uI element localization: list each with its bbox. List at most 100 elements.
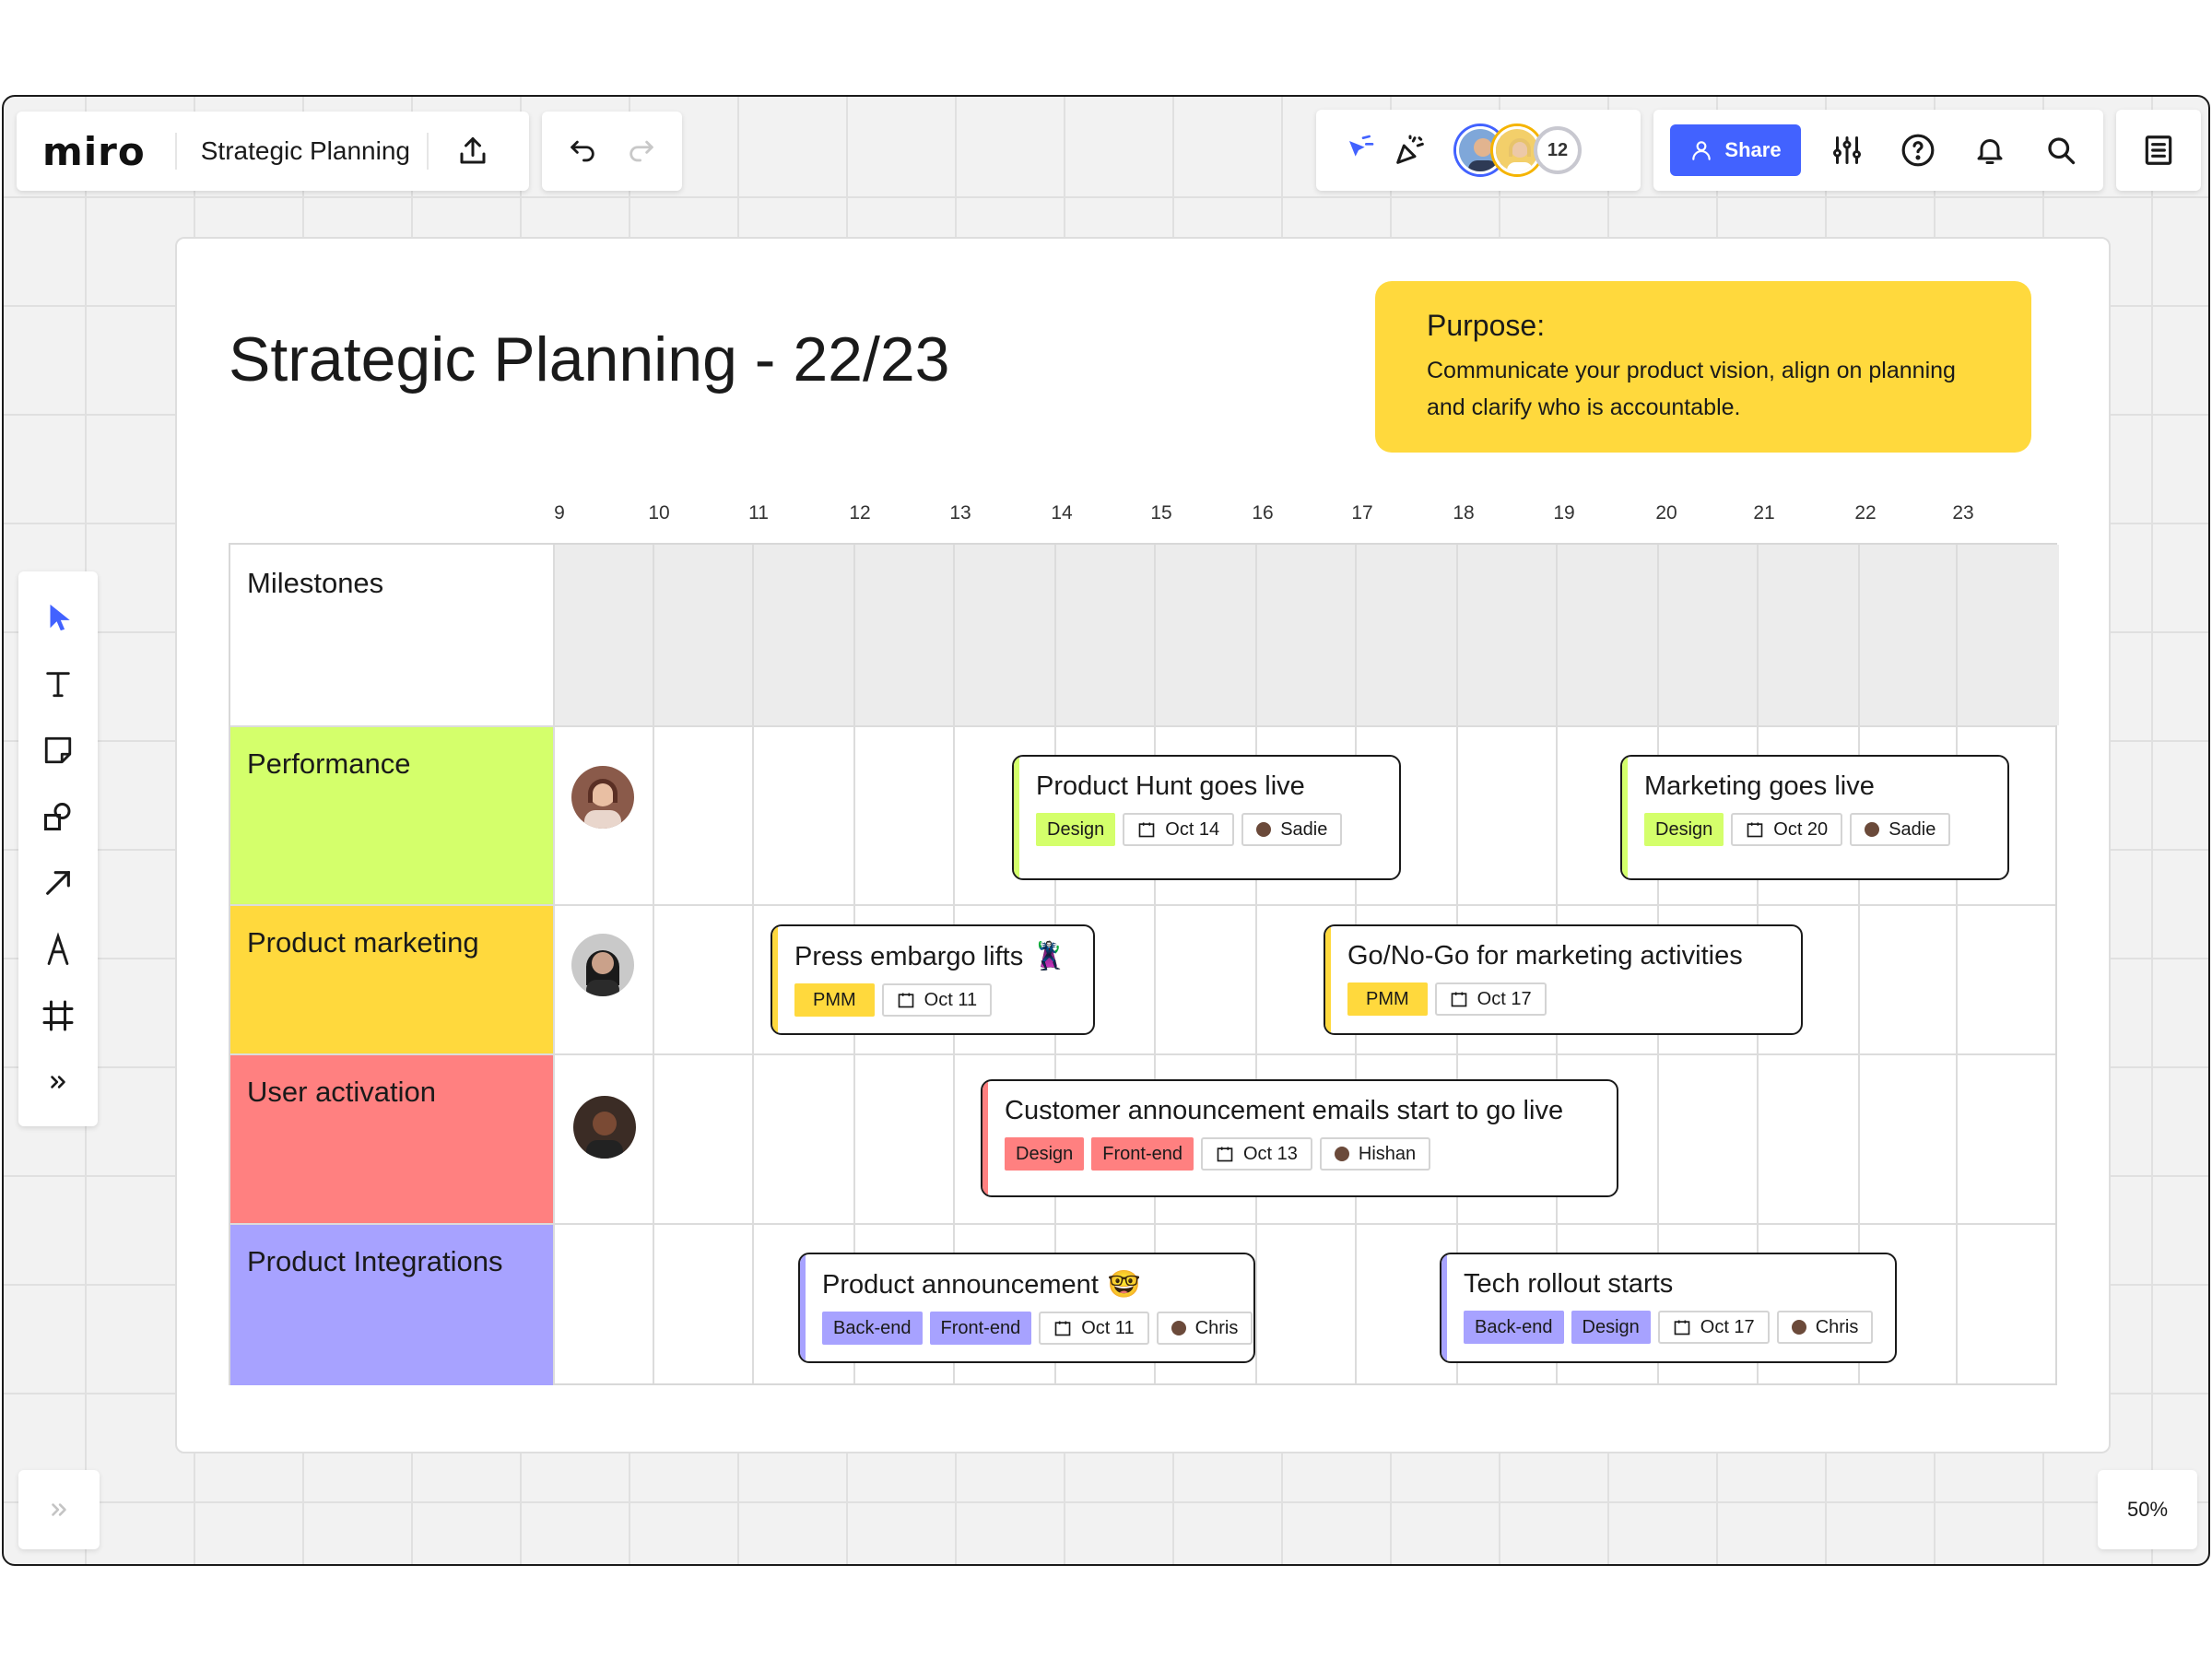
more-tools-icon[interactable] xyxy=(32,1056,84,1108)
collaborator-count[interactable]: 12 xyxy=(1534,126,1582,174)
date-chip[interactable]: Oct 13 xyxy=(1200,1137,1312,1171)
date-label: Oct 20 xyxy=(1773,818,1829,840)
user-icon xyxy=(1692,141,1712,160)
tag-chip[interactable]: PMM xyxy=(1347,982,1428,1016)
calendar-icon xyxy=(1217,1147,1233,1162)
timeline-grid: Milestones Performance Product marketing… xyxy=(229,543,2059,1385)
tag-chip[interactable]: Design xyxy=(1036,813,1116,846)
pen-icon[interactable] xyxy=(32,924,84,975)
owner-chip[interactable]: Sadie xyxy=(1241,813,1343,846)
purpose-sticky-note[interactable]: Purpose: Communicate your product vision… xyxy=(1375,281,2031,453)
milestone-band xyxy=(553,545,2059,725)
card-title: Tech rollout starts xyxy=(1464,1269,1674,1299)
date-label: Oct 14 xyxy=(1165,818,1220,840)
board-title[interactable]: Strategic Planning xyxy=(201,136,410,166)
tag-chip[interactable]: PMM xyxy=(794,983,875,1017)
help-icon[interactable] xyxy=(1892,124,1944,176)
card-marketing-goes-live[interactable]: Marketing goes live Design Oct 20 Sadie xyxy=(1620,755,2009,880)
date-chip[interactable]: Oct 11 xyxy=(881,983,993,1017)
calendar-icon xyxy=(1138,822,1155,838)
settings-sliders-icon[interactable] xyxy=(1821,124,1873,176)
date-label: Oct 17 xyxy=(1700,1316,1755,1337)
date-label: Oct 11 xyxy=(1081,1317,1135,1338)
board-canvas[interactable]: miro Strategic Planning 12 Share 50% Str… xyxy=(2,95,2210,1566)
avatar xyxy=(1334,1147,1349,1161)
date-label: Oct 13 xyxy=(1242,1143,1298,1164)
day-label: 16 xyxy=(1252,502,1274,524)
frame-icon[interactable] xyxy=(32,990,84,1041)
purpose-text: Communicate your product vision, align o… xyxy=(1427,358,1956,420)
owner-chip[interactable]: Chris xyxy=(1156,1312,1253,1345)
tag-chip[interactable]: Back-end xyxy=(1464,1311,1564,1344)
celebrate-icon[interactable] xyxy=(1384,124,1436,176)
calendar-icon xyxy=(898,993,914,1008)
sticky-note-icon[interactable] xyxy=(32,724,84,776)
day-label: 14 xyxy=(1051,502,1073,524)
card-press-embargo[interactable]: Press embargo lifts 🦹 PMM Oct 11 xyxy=(771,924,1095,1035)
select-tool-icon[interactable] xyxy=(32,592,84,643)
tag-chip[interactable]: Design xyxy=(1644,813,1724,846)
notes-panel xyxy=(2116,110,2201,191)
chevrons-right-icon xyxy=(52,1503,66,1516)
tag-chip[interactable]: Design xyxy=(1005,1137,1085,1171)
day-label: 13 xyxy=(949,502,971,524)
expand-panel-button[interactable] xyxy=(18,1470,100,1549)
row-label-milestones: Milestones xyxy=(230,545,553,725)
row-label-product-marketing: Product marketing xyxy=(230,904,553,1053)
date-chip[interactable]: Oct 20 xyxy=(1731,813,1843,846)
row-label-user-activation: User activation xyxy=(230,1053,553,1223)
date-label: Oct 11 xyxy=(924,989,978,1010)
date-chip[interactable]: Oct 11 xyxy=(1039,1312,1149,1345)
shapes-icon[interactable] xyxy=(32,791,84,842)
search-icon[interactable] xyxy=(2035,124,2087,176)
share-label: Share xyxy=(1724,138,1782,161)
owner-chip[interactable]: Hishan xyxy=(1319,1137,1431,1171)
tag-chip[interactable]: Front-end xyxy=(1091,1137,1194,1171)
zoom-level[interactable]: 50% xyxy=(2098,1470,2197,1549)
day-label: 18 xyxy=(1453,502,1475,524)
date-chip[interactable]: Oct 17 xyxy=(1657,1311,1770,1344)
owner-chip[interactable]: Chris xyxy=(1776,1311,1874,1344)
tag-chip[interactable]: Front-end xyxy=(929,1312,1032,1345)
row-label-performance: Performance xyxy=(230,725,553,904)
card-title: Product announcement xyxy=(822,1269,1099,1300)
owner-chip[interactable]: Sadie xyxy=(1850,813,1951,846)
bell-icon[interactable] xyxy=(1964,124,2016,176)
day-label: 10 xyxy=(648,502,670,524)
card-go-no-go[interactable]: Go/No-Go for marketing activities PMM Oc… xyxy=(1324,924,1803,1035)
miro-logo[interactable]: miro xyxy=(42,129,146,174)
avatar[interactable] xyxy=(571,766,634,829)
redo-icon[interactable] xyxy=(616,125,667,177)
day-label: 12 xyxy=(849,502,871,524)
avatar[interactable] xyxy=(573,1096,636,1159)
board-frame[interactable]: Strategic Planning - 22/23 Purpose: Comm… xyxy=(175,237,2111,1453)
day-labels: 9 10 11 12 13 14 15 16 17 18 19 20 21 22… xyxy=(229,497,2057,534)
select-cursor-icon[interactable] xyxy=(1333,124,1384,176)
date-chip[interactable]: Oct 17 xyxy=(1434,982,1547,1016)
upload-icon[interactable] xyxy=(447,125,499,177)
owner-label: Chris xyxy=(1815,1316,1859,1337)
arrow-icon[interactable] xyxy=(32,857,84,909)
avatar[interactable] xyxy=(571,934,634,996)
owner-label: Sadie xyxy=(1888,818,1936,840)
text-tool-icon[interactable] xyxy=(32,658,84,710)
card-product-announcement[interactable]: Product announcement 🤓 Back-end Front-end… xyxy=(798,1253,1255,1363)
card-customer-announcement[interactable]: Customer announcement emails start to go… xyxy=(981,1079,1618,1197)
undo-icon[interactable] xyxy=(557,125,608,177)
calendar-icon xyxy=(1054,1321,1071,1336)
share-button[interactable]: Share xyxy=(1670,124,1801,176)
avatar xyxy=(1865,822,1880,837)
day-label: 19 xyxy=(1553,502,1575,524)
owner-label: Chris xyxy=(1194,1317,1239,1338)
card-title: Customer announcement emails start to go… xyxy=(1005,1096,1564,1125)
card-tech-rollout[interactable]: Tech rollout starts Back-end Design Oct … xyxy=(1440,1253,1897,1363)
tag-chip[interactable]: Back-end xyxy=(822,1312,923,1345)
avatar xyxy=(1171,1321,1186,1335)
day-label: 23 xyxy=(1952,502,1974,524)
card-title: Product Hunt goes live xyxy=(1036,771,1305,801)
collaborator-avatars[interactable]: 12 xyxy=(1456,126,1582,174)
date-chip[interactable]: Oct 14 xyxy=(1123,813,1235,846)
tag-chip[interactable]: Design xyxy=(1571,1311,1651,1344)
card-product-hunt[interactable]: Product Hunt goes live Design Oct 14 Sad… xyxy=(1012,755,1401,880)
notes-icon[interactable] xyxy=(2133,124,2184,176)
